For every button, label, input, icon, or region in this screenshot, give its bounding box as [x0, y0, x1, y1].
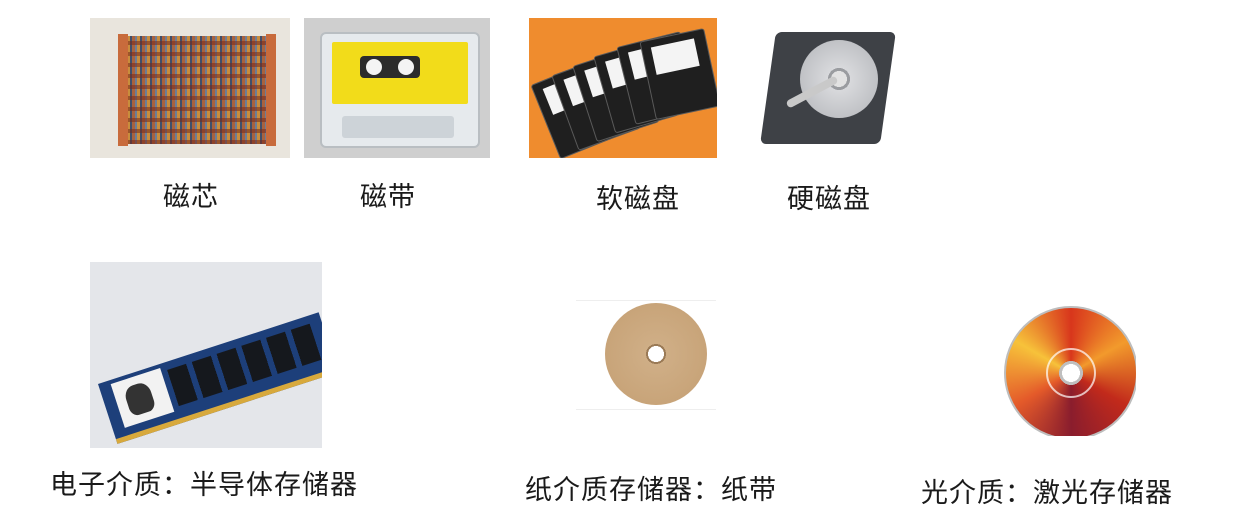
caption-magnetic-tape: 磁带: [360, 182, 416, 213]
caption-semiconductor-memory: 电子介质：半导体存储器: [50, 470, 358, 501]
ram-module-image: [90, 262, 322, 448]
caption-paper-tape: 纸介质存储器：纸带: [525, 475, 777, 506]
dvd-disc-image: [1000, 306, 1136, 436]
magnetic-core-image: [90, 18, 290, 158]
caption-hard-disk: 硬磁盘: [787, 184, 871, 215]
caption-magnetic-core: 磁芯: [163, 182, 219, 213]
caption-optical-memory: 光介质：激光存储器: [921, 478, 1173, 509]
floppy-disk-image: [529, 18, 717, 158]
paper-tape-image: [576, 300, 716, 410]
caption-floppy-disk: 软磁盘: [596, 184, 680, 215]
cassette-tape-image: [304, 18, 490, 158]
hard-disk-image: [760, 18, 900, 158]
